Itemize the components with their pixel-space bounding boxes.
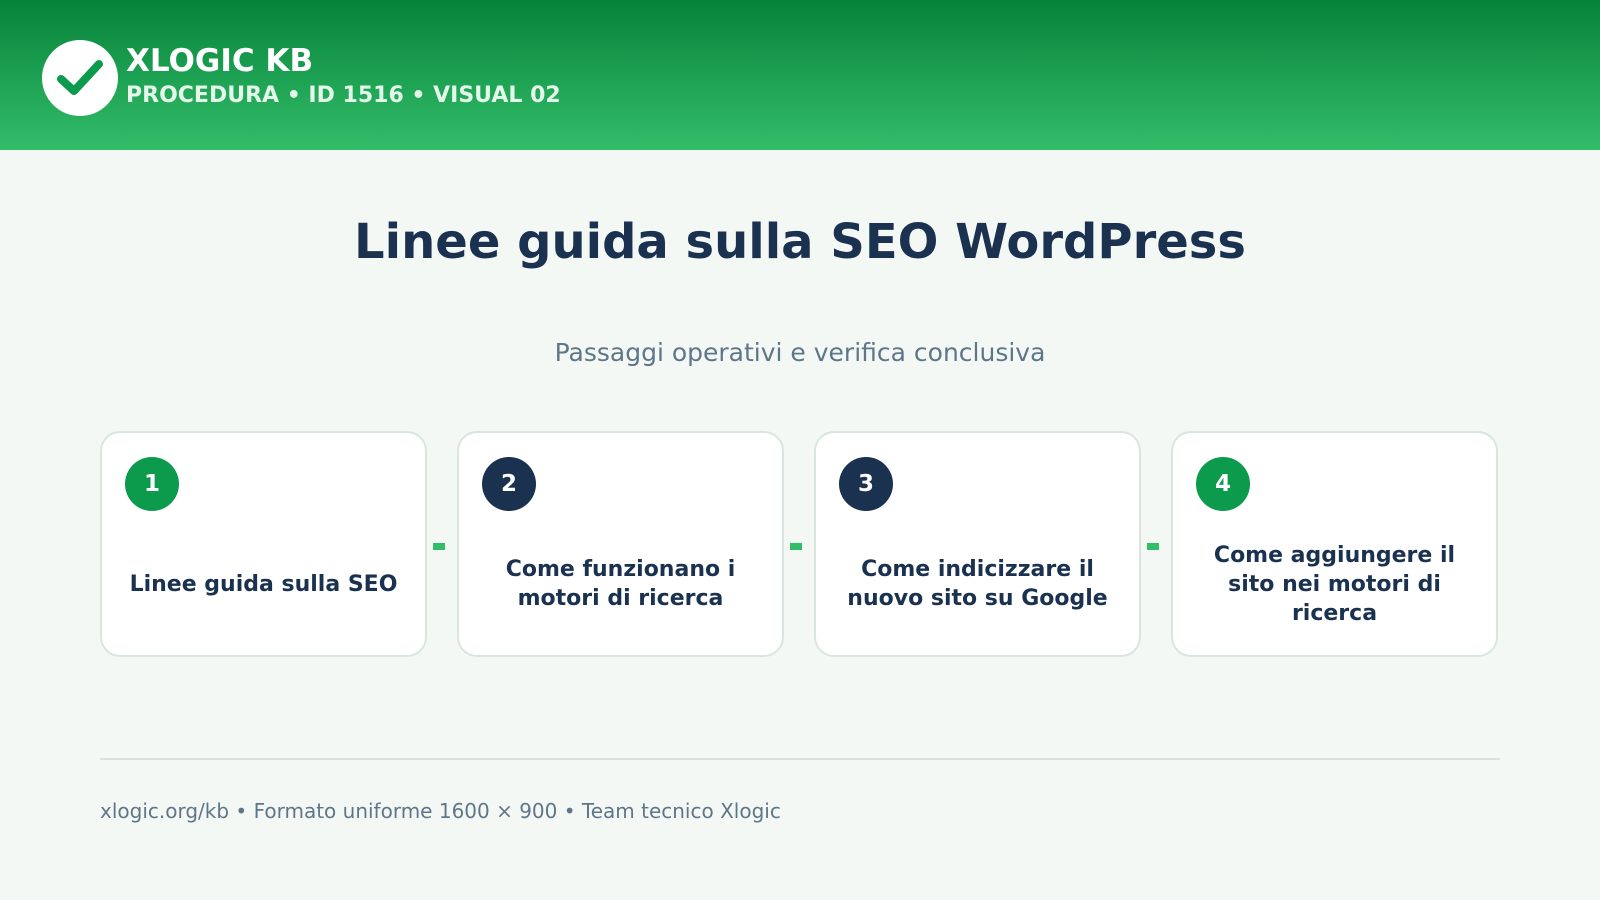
page-subtitle: Passaggi operativi e verifica conclusiva bbox=[554, 338, 1046, 367]
footer-text: xlogic.org/kb • Formato uniforme 1600 × … bbox=[100, 799, 781, 823]
step-label: Come aggiungere il sito nei motori di ri… bbox=[1213, 542, 1456, 626]
checkmark-icon bbox=[57, 60, 103, 95]
step-card-1: 1 Linee guida sulla SEO bbox=[100, 431, 427, 657]
step-number-badge: 3 bbox=[839, 457, 893, 511]
step-label: Linee guida sulla SEO bbox=[129, 571, 398, 597]
step-label: Come indicizzare il nuovo sito su Google bbox=[847, 557, 1108, 611]
step-label: Come funzionano i motori di ricerca bbox=[505, 557, 736, 611]
step-number-badge: 1 bbox=[125, 457, 179, 511]
step-number-badge: 2 bbox=[482, 457, 536, 511]
logo-badge bbox=[42, 40, 118, 116]
document-meta: PROCEDURA • ID 1516 • VISUAL 02 bbox=[126, 83, 561, 108]
step-card-4: 4 Come aggiungere il sito nei motori di … bbox=[1171, 431, 1498, 657]
steps-row: 1 Linee guida sulla SEO 2 Come funzionan… bbox=[100, 431, 1500, 661]
header-banner: XLOGIC KB PROCEDURA • ID 1516 • VISUAL 0… bbox=[0, 0, 1600, 150]
step-number-badge: 4 bbox=[1196, 457, 1250, 511]
step-connector bbox=[1147, 543, 1159, 550]
page-title: Linee guida sulla SEO WordPress bbox=[354, 214, 1246, 270]
step-card-3: 3 Come indicizzare il nuovo sito su Goog… bbox=[814, 431, 1141, 657]
brand-name: XLOGIC KB bbox=[126, 43, 314, 79]
footer-divider bbox=[100, 758, 1500, 760]
step-connector bbox=[433, 543, 445, 550]
step-connector bbox=[790, 543, 802, 550]
step-card-2: 2 Come funzionano i motori di ricerca bbox=[457, 431, 784, 657]
